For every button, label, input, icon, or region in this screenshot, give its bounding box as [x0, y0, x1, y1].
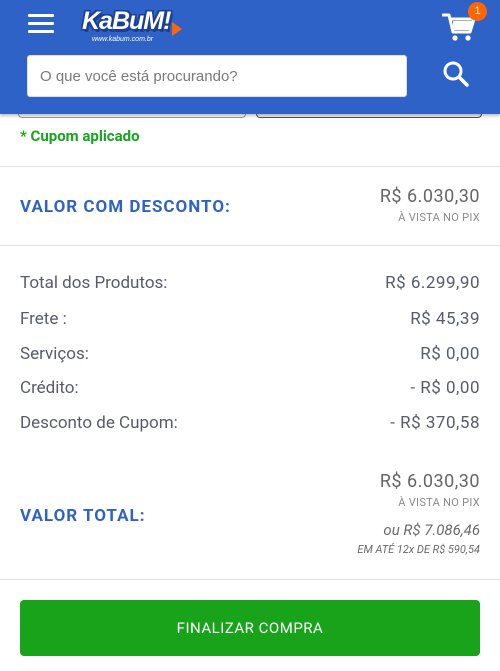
discount-value-amount: R$ 6.030,30 — [379, 186, 480, 207]
search-icon[interactable] — [442, 60, 470, 88]
cart-button[interactable]: 1 — [442, 2, 487, 42]
total-value-amount: R$ 6.030,30 — [379, 471, 480, 492]
logo-text: KaBuM! — [82, 7, 171, 35]
menu-icon[interactable] — [28, 14, 54, 34]
coupon-applied-status: * Cupom aplicado — [20, 127, 140, 145]
total-pix-note: À VISTA NO PIX — [398, 496, 480, 509]
total-value-label: VALOR TOTAL: — [20, 506, 146, 526]
shipping-value: R$ 45,39 — [410, 309, 480, 329]
coupon-discount-label: Desconto de Cupom: — [20, 413, 178, 433]
divider — [0, 245, 500, 246]
coupon-discount-value: - R$ 370,58 — [390, 413, 480, 433]
total-products-value: R$ 6.299,90 — [385, 273, 480, 293]
credit-label: Crédito: — [20, 378, 79, 398]
logo-url: www.kabum.com.br — [92, 36, 154, 43]
services-value: R$ 0,00 — [420, 344, 480, 364]
services-label: Serviços: — [20, 344, 89, 364]
credit-value: - R$ 0,00 — [410, 378, 480, 398]
cart-count-badge: 1 — [468, 2, 487, 21]
installment-total: ou R$ 7.086,46 — [383, 521, 480, 539]
installment-detail: EM ATÉ 12x DE R$ 590,54 — [357, 543, 480, 556]
search-input[interactable] — [27, 55, 407, 97]
header: KaBuM! www.kabum.com.br 1 — [0, 0, 500, 114]
shipping-label: Frete : — [20, 309, 67, 329]
divider — [0, 166, 500, 167]
finish-purchase-button[interactable]: FINALIZAR COMPRA — [20, 600, 480, 656]
divider — [0, 579, 500, 580]
discount-value-label: VALOR COM DESCONTO: — [20, 197, 231, 217]
discount-pix-note: À VISTA NO PIX — [398, 211, 480, 224]
logo-arrow-icon — [172, 22, 182, 36]
logo[interactable]: KaBuM! www.kabum.com.br — [78, 6, 188, 46]
total-products-label: Total dos Produtos: — [20, 273, 168, 293]
